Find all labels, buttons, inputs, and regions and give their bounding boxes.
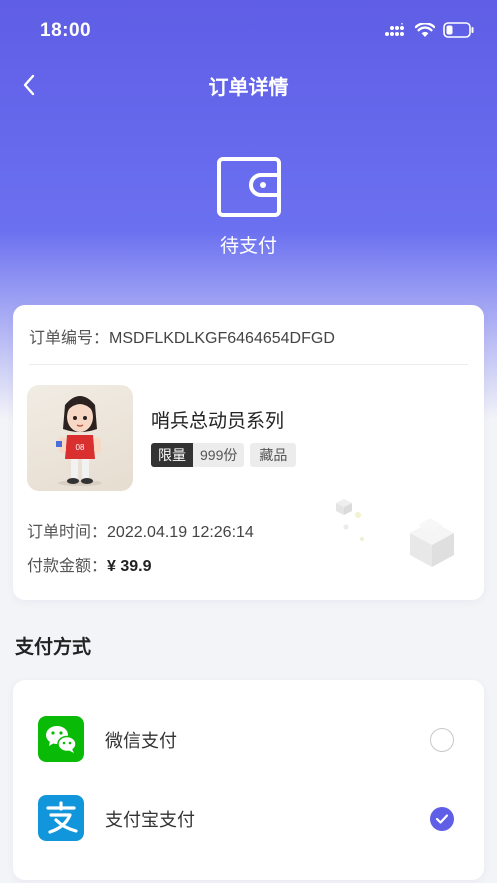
product-image[interactable]: 08 bbox=[27, 385, 133, 491]
nav-bar: 订单详情 bbox=[0, 62, 497, 108]
battery-icon bbox=[443, 22, 474, 38]
figure-illustration: 08 bbox=[56, 396, 102, 486]
payment-amount: 付款金额：¥ 39.9 bbox=[27, 552, 152, 576]
collection-tag: 藏品 bbox=[250, 443, 297, 467]
limit-tag: 限量 999份 bbox=[151, 443, 245, 467]
limit-tag-count: 999份 bbox=[193, 443, 245, 467]
status-time: 18:00 bbox=[40, 20, 92, 41]
alipay-radio[interactable] bbox=[430, 807, 454, 831]
order-card: 订单编号：MSDFLKDLKGF6464654DFGD 08 哨兵总动员系列 限… bbox=[13, 305, 484, 600]
payment-amount-value: ¥ 39.9 bbox=[107, 558, 152, 575]
order-time: 订单时间：2022.04.19 12:26:14 bbox=[27, 518, 254, 542]
check-icon bbox=[435, 814, 449, 824]
wechat-pay-icon bbox=[38, 716, 84, 762]
status-bar: 18:00 bbox=[0, 0, 497, 62]
payment-option-alipay[interactable]: 支付宝支付 bbox=[13, 793, 484, 853]
status-icons bbox=[385, 22, 475, 38]
decorative-cubes-icon bbox=[336, 499, 454, 567]
payment-section-title: 支付方式 bbox=[15, 636, 92, 658]
divider bbox=[29, 364, 468, 365]
wechat-pay-label: 微信支付 bbox=[105, 731, 177, 752]
limit-tag-label: 限量 bbox=[151, 443, 193, 467]
order-status: 待支付 bbox=[0, 155, 497, 258]
order-time-label: 订单时间： bbox=[27, 522, 108, 541]
order-status-text: 待支付 bbox=[219, 235, 277, 257]
payment-option-wechat[interactable]: 微信支付 bbox=[13, 714, 484, 774]
product-name: 哨兵总动员系列 bbox=[151, 410, 285, 432]
alipay-icon bbox=[38, 795, 84, 841]
payment-amount-label: 付款金额： bbox=[27, 556, 108, 575]
cellular-signal-icon bbox=[385, 23, 404, 36]
order-number: 订单编号：MSDFLKDLKGF6464654DFGD bbox=[29, 324, 335, 348]
page-title: 订单详情 bbox=[208, 75, 289, 99]
payment-methods-card: 微信支付 支付宝支付 bbox=[13, 680, 484, 880]
wifi-icon bbox=[415, 22, 435, 37]
wallet-icon bbox=[216, 157, 281, 217]
order-number-label: 订单编号： bbox=[29, 328, 110, 347]
wechat-radio[interactable] bbox=[430, 728, 454, 752]
svg-text:08: 08 bbox=[76, 443, 85, 452]
order-time-value: 2022.04.19 12:26:14 bbox=[107, 524, 254, 541]
alipay-label: 支付宝支付 bbox=[105, 810, 195, 831]
order-number-value: MSDFLKDLKGF6464654DFGD bbox=[109, 330, 335, 347]
product-tags: 限量 999份 藏品 bbox=[151, 443, 297, 467]
